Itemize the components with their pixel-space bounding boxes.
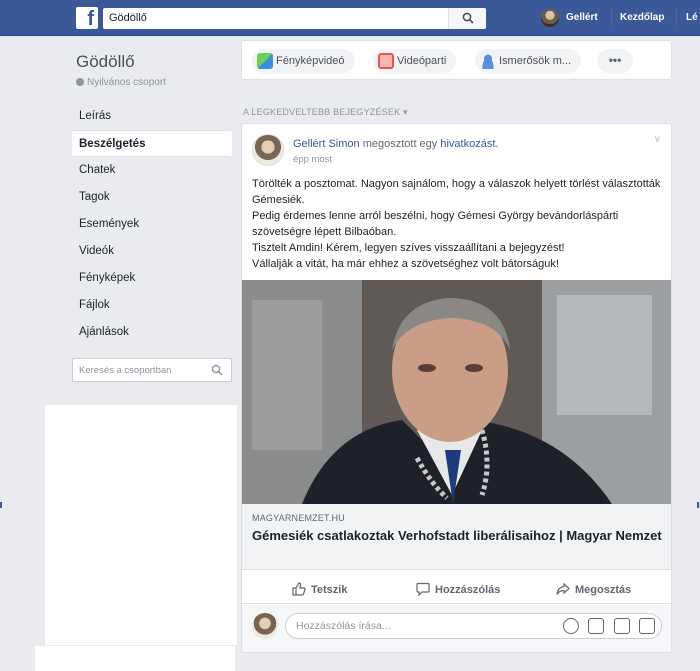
sidebar-item-recommendations[interactable]: Ajánlások <box>72 319 232 346</box>
profile-link[interactable]: Gellért <box>566 12 598 23</box>
search-icon <box>462 12 474 24</box>
scroll-edge-marker <box>0 502 2 508</box>
thumbs-up-icon <box>292 582 306 596</box>
divider <box>676 10 677 26</box>
comment-label: Hozzászólás <box>435 584 501 596</box>
friends-icon <box>480 53 496 69</box>
comment-icon <box>416 582 430 597</box>
scroll-edge-marker <box>697 502 699 508</box>
share-icon <box>556 582 570 595</box>
like-button[interactable]: Tetszik <box>292 582 347 596</box>
post-line: Pedig érdemes lenne arról beszélni, hogy… <box>252 210 619 238</box>
group-search-placeholder: Keresés a csoportban <box>79 365 172 376</box>
group-title[interactable]: Gödöllő <box>76 52 135 72</box>
sidebar-item-events[interactable]: Események <box>72 211 232 238</box>
popcorn-icon <box>378 53 394 69</box>
more-link[interactable]: Lé <box>686 12 698 23</box>
gif-icon[interactable] <box>613 618 630 634</box>
link-domain: MAGYARNEMZET.HU <box>252 513 345 523</box>
sidebar-item-discussion[interactable]: Beszélgetés <box>72 130 232 157</box>
sidebar-item-photos[interactable]: Fényképek <box>72 265 232 292</box>
sidebar-item-chats[interactable]: Chatek <box>72 157 232 184</box>
link-preview[interactable]: MAGYARNEMZET.HU Gémesiék csatlakoztak Ve… <box>242 504 671 570</box>
commenter-avatar <box>252 613 278 639</box>
share-label: Megosztás <box>575 584 632 596</box>
like-label: Tetszik <box>311 584 348 596</box>
search-icon[interactable] <box>211 364 223 376</box>
emoji-icon[interactable] <box>562 618 579 634</box>
home-link[interactable]: Kezdőlap <box>620 12 664 23</box>
link-title[interactable]: Gémesiék csatlakoztak Verhofstadt liberá… <box>252 527 662 545</box>
redaction-block <box>35 646 235 671</box>
comment-placeholder: Hozzászólás írása... <box>296 620 391 632</box>
search-value[interactable]: Gödöllő <box>109 12 147 24</box>
comment-button[interactable]: Hozzászólás <box>416 582 501 597</box>
watch-party-button[interactable]: Videóparti <box>373 49 457 73</box>
photo-icon <box>257 53 273 69</box>
search-input[interactable]: Gödöllő <box>103 8 486 29</box>
feed-sort-label[interactable]: A LEGKEDVELTEBB BEJEGYZÉSEK ▾ <box>243 107 408 118</box>
user-avatar[interactable] <box>541 9 559 27</box>
post-line: Tisztelt Amdin! Kérem, legyen szíves vis… <box>252 242 565 254</box>
post-line: Törölték a posztomat. Nagyon sajnálom, h… <box>252 178 661 206</box>
tag-friends-label: Ismerősök m... <box>499 55 572 67</box>
sticker-icon[interactable] <box>639 618 655 634</box>
group-privacy-label: Nyilvános csoport <box>87 77 166 88</box>
post-body: Törölték a posztomat. Nagyon sajnálom, h… <box>252 176 662 272</box>
facebook-logo-icon[interactable]: f <box>76 7 98 29</box>
photo-video-label: Fényképvideó <box>276 55 345 67</box>
post-timestamp[interactable]: épp most <box>293 154 332 165</box>
group-search-input[interactable]: Keresés a csoportban <box>72 358 232 382</box>
group-nav: Leírás Beszélgetés Chatek Tagok Eseménye… <box>72 103 232 346</box>
more-options-button[interactable]: ••• <box>597 49 633 73</box>
tag-friends-button[interactable]: Ismerősök m... <box>475 49 582 73</box>
search-button[interactable] <box>448 8 486 29</box>
photo-video-button[interactable]: Fényképvideó <box>252 49 355 73</box>
divider <box>611 10 612 26</box>
redaction-block <box>45 405 237 645</box>
sidebar-item-about[interactable]: Leírás <box>72 103 232 130</box>
camera-icon[interactable] <box>588 618 605 634</box>
post-card: Gellért Simon megosztott egy hivatkozást… <box>241 123 672 653</box>
watch-party-label: Videóparti <box>397 55 447 67</box>
comment-input[interactable]: Hozzászólás írása... <box>285 613 662 639</box>
author-avatar[interactable] <box>252 134 284 166</box>
post-header: Gellért Simon megosztott egy hivatkozást… <box>293 138 498 150</box>
portrait-photo <box>242 280 671 504</box>
top-navigation-bar: f Gödöllő Gellért Kezdőlap Lé <box>0 0 700 36</box>
group-privacy: Nyilvános csoport <box>76 77 166 88</box>
comment-tools <box>557 618 655 634</box>
share-button[interactable]: Megosztás <box>556 582 631 596</box>
author-name[interactable]: Gellért Simon <box>293 138 360 150</box>
shared-text: megosztott egy <box>362 138 438 150</box>
globe-icon <box>76 78 84 86</box>
shared-link-word[interactable]: hivatkozást. <box>440 138 498 150</box>
link-preview-image[interactable] <box>242 280 671 504</box>
comment-composer: Hozzászólás írása... <box>242 605 671 652</box>
sidebar-item-files[interactable]: Fájlok <box>72 292 232 319</box>
post-line: Vállalják a vitát, ha már ehhez a szövet… <box>252 258 559 270</box>
post-actions: Tetszik Hozzászólás Megosztás <box>242 574 671 604</box>
composer-bar: Fényképvideó Videóparti Ismerősök m... •… <box>241 40 672 80</box>
chevron-down-icon[interactable]: ∨ <box>654 134 661 145</box>
sidebar-item-members[interactable]: Tagok <box>72 184 232 211</box>
sidebar-item-videos[interactable]: Videók <box>72 238 232 265</box>
